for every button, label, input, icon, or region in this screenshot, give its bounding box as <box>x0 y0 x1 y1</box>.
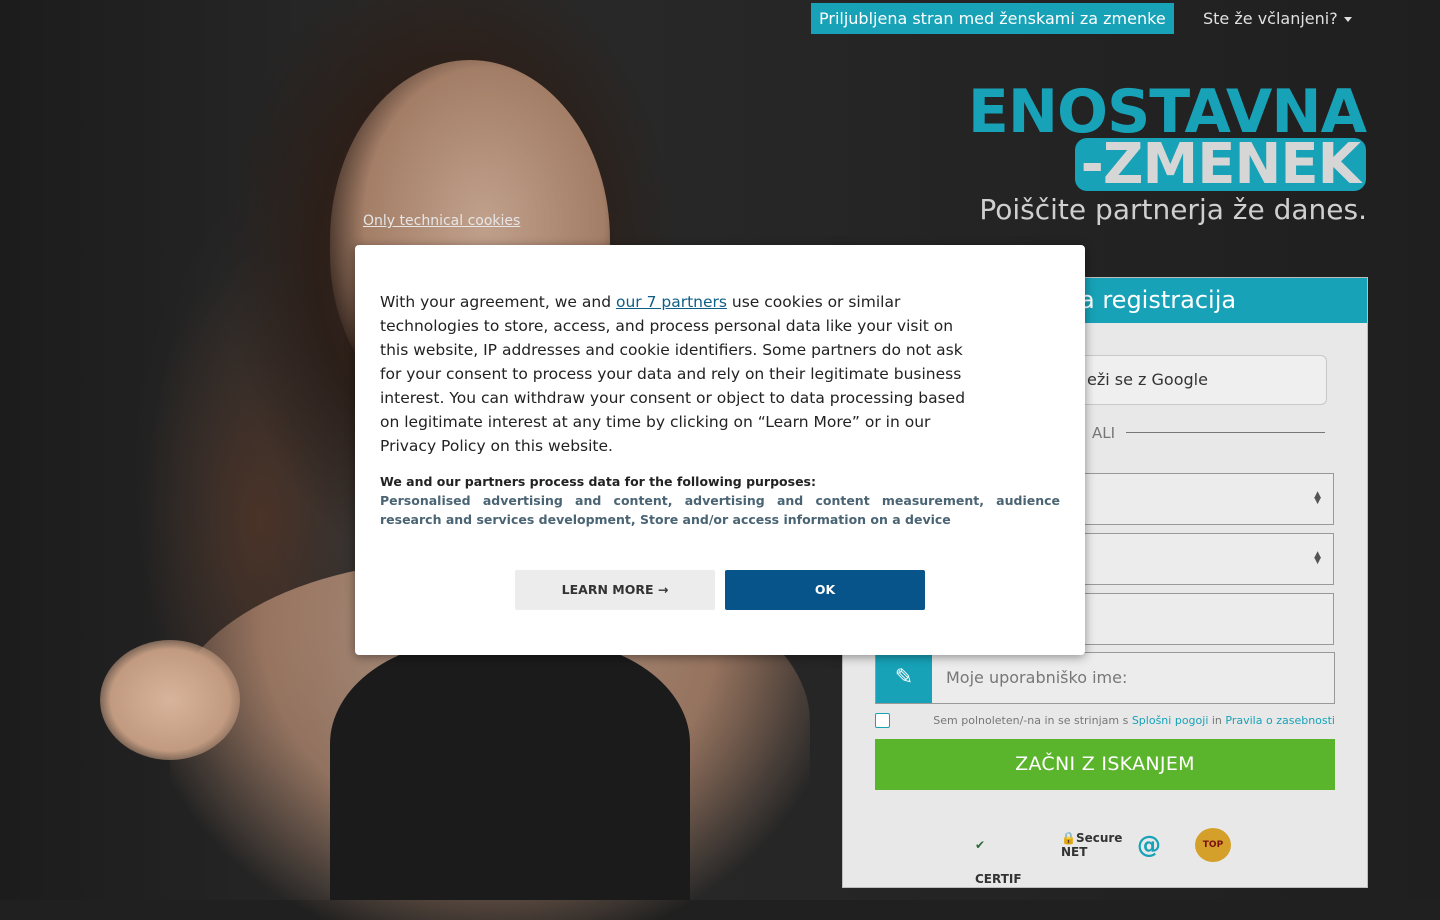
terms-text: Sem polnoleten/-na in se strinjam s Splo… <box>933 714 1335 727</box>
partners-link[interactable]: our 7 partners <box>616 293 727 311</box>
pencil-icon: ✎ <box>876 653 932 703</box>
top-badge-icon: TOP <box>1195 828 1231 862</box>
learn-more-button[interactable]: LEARN MORE → <box>515 570 715 610</box>
certif-badge-icon: ✔ CERTIF <box>975 838 1022 886</box>
cookie-consent-dialog: With your agreement, we and our 7 partne… <box>355 245 1085 655</box>
registration-header-label: a registracija <box>1080 286 1237 314</box>
member-login-dropdown[interactable]: Ste že včlanjeni? <box>1203 9 1352 28</box>
start-search-button[interactable]: ZAČNI Z ISKANJEM <box>875 739 1335 790</box>
cookie-intro-before: With your agreement, we and <box>380 293 616 311</box>
hero-image-hand <box>100 640 240 760</box>
ok-button[interactable]: OK <box>725 570 925 610</box>
terms-prefix: Sem polnoleten/-na in se strinjam s <box>933 714 1129 727</box>
username-field[interactable]: ✎ Moje uporabniško ime: <box>875 652 1335 704</box>
terms-link[interactable]: Splošni pogoji <box>1132 714 1209 727</box>
purposes-title: We and our partners process data for the… <box>380 474 816 489</box>
cookie-intro-after: use cookies or similar technologies to s… <box>380 293 966 455</box>
email-badge-icon: @ <box>1137 831 1161 859</box>
member-login-label: Ste že včlanjeni? <box>1203 9 1338 28</box>
secure-net-badge-icon: 🔒Secure NET <box>1061 831 1123 859</box>
tagline: Poiščite partnerja že danes. <box>979 193 1367 226</box>
cookie-intro-text: With your agreement, we and our 7 partne… <box>380 290 980 458</box>
logo-line2: -ZMENEK <box>1074 137 1366 193</box>
select-arrows-icon: ▲ ▼ <box>1314 550 1321 566</box>
terms-checkbox[interactable] <box>875 713 890 728</box>
hero-image-clothing <box>330 640 690 900</box>
privacy-link[interactable]: Pravila o zasebnosti <box>1225 714 1335 727</box>
only-technical-cookies-link[interactable]: Only technical cookies <box>363 213 520 229</box>
terms-row: Sem polnoleten/-na in se strinjam s Splo… <box>875 713 1335 731</box>
divider-line-right <box>1126 432 1325 433</box>
purposes-list: Personalised advertising and content, ad… <box>380 493 1060 527</box>
favorite-site-link[interactable]: Priljubljena stran med ženskami za zmenk… <box>811 3 1174 34</box>
username-input[interactable]: Moje uporabniško ime: <box>946 653 1127 703</box>
google-signup-label: eži se z Google <box>1087 370 1208 389</box>
select-arrows-icon: ▲ ▼ <box>1314 490 1321 506</box>
chevron-down-icon <box>1343 17 1352 22</box>
terms-and: in <box>1211 714 1222 727</box>
or-label: ALI <box>1092 424 1116 442</box>
